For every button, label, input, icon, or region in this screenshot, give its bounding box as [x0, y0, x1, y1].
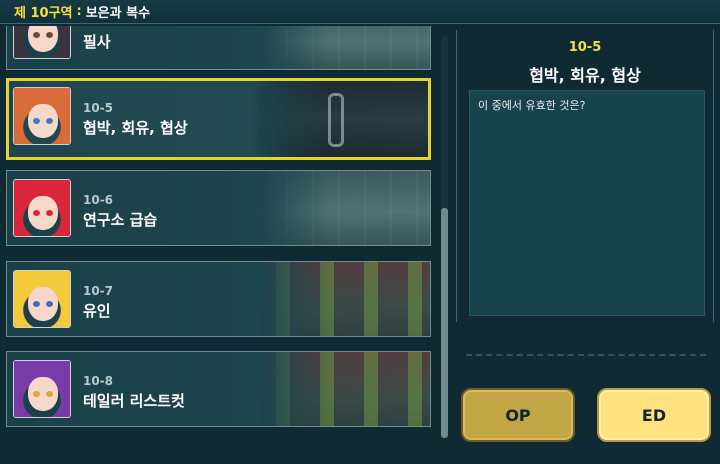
stage-item-10-7[interactable]: 10-7 유인 — [6, 261, 431, 337]
portrait-eye — [33, 118, 40, 124]
character-portrait — [13, 360, 71, 418]
portrait-eye — [33, 210, 40, 216]
portrait-eye — [46, 32, 53, 38]
character-portrait — [13, 270, 71, 328]
stage-scene-image — [260, 352, 430, 426]
stage-number: 10-8 — [83, 374, 114, 388]
header-separator: : — [76, 4, 82, 19]
portrait-eye — [46, 118, 53, 124]
detail-stage-number: 10-5 — [568, 40, 602, 55]
ed-button[interactable]: ED — [597, 388, 711, 442]
detail-stage-title: 협박, 회유, 협상 — [529, 66, 641, 85]
portrait-eye — [33, 391, 40, 397]
stage-number: 10-6 — [83, 193, 114, 207]
stage-number: 10-5 — [83, 101, 114, 115]
stage-title: 필사 — [83, 33, 111, 51]
stage-number: 10-7 — [83, 284, 114, 298]
stage-scene-image — [260, 262, 430, 336]
stage-item-10-5[interactable]: 10-5 협박, 회유, 협상 — [6, 78, 431, 160]
stage-scene-image — [260, 26, 430, 69]
stage-title: 테일러 리스트컷 — [83, 392, 185, 410]
portrait-eye — [33, 301, 40, 307]
portrait-eye — [46, 391, 53, 397]
stage-list: 필사 10-5 협박, 회유, 협상 10-6 연구소 급습 10-7 유인 1… — [0, 26, 440, 464]
stage-header: 제 10구역 : 보은과 복수 — [0, 0, 720, 24]
detail-prompt-text: 이 중에서 유효한 것은? — [478, 99, 586, 112]
stage-item-10-6[interactable]: 10-6 연구소 급습 — [6, 170, 431, 246]
character-portrait — [13, 26, 71, 59]
stage-title: 연구소 급습 — [83, 211, 158, 229]
stage-scene-image — [258, 81, 428, 157]
portrait-eye — [46, 301, 53, 307]
detail-description-box: 이 중에서 유효한 것은? — [469, 90, 705, 316]
character-portrait — [13, 87, 71, 145]
stage-scene-image — [260, 171, 430, 245]
character-portrait — [13, 179, 71, 237]
stage-title: 유인 — [83, 302, 111, 320]
scrollbar-thumb[interactable] — [441, 208, 448, 438]
stage-title: 협박, 회유, 협상 — [83, 119, 188, 137]
panel-divider — [466, 354, 706, 356]
stage-list-scrollbar[interactable] — [441, 36, 448, 438]
op-button[interactable]: OP — [461, 388, 575, 442]
stage-item-10-8[interactable]: 10-8 테일러 리스트컷 — [6, 351, 431, 427]
portrait-eye — [33, 32, 40, 38]
stage-item-10-4[interactable]: 필사 — [6, 26, 431, 70]
chapter-subtitle: 보은과 복수 — [85, 6, 151, 21]
portrait-eye — [46, 210, 53, 216]
zone-label: 제 10구역 — [14, 6, 73, 21]
stage-detail-panel: 10-5 협박, 회유, 협상 이 중에서 유효한 것은? — [456, 30, 714, 322]
